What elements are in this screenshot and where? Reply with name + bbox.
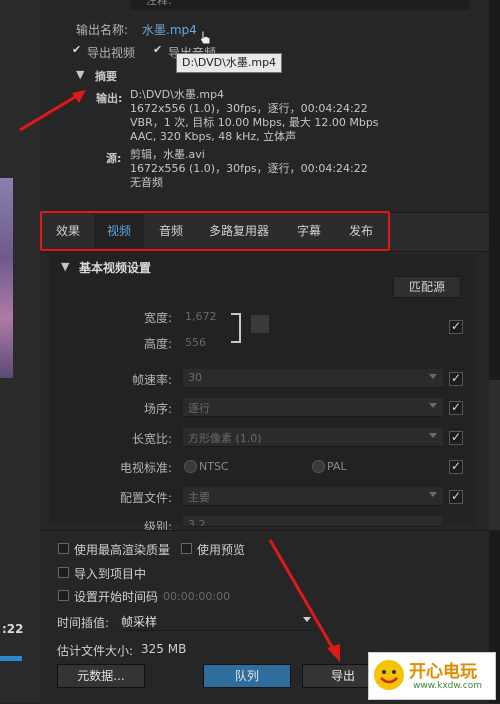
max-render-quality-label: 使用最高渲染质量 xyxy=(74,543,171,557)
width-value[interactable]: 1,672 xyxy=(185,310,217,323)
pal-radio[interactable] xyxy=(312,460,325,473)
profile-value: 主要 xyxy=(188,491,210,504)
start-timecode-value[interactable]: 00:00:00:00 xyxy=(163,590,230,603)
scrollbar-track[interactable] xyxy=(489,0,500,703)
estimated-size-label: 估计文件大小: xyxy=(57,644,134,658)
framerate-label: 帧速率: xyxy=(131,373,172,387)
chain-link-icon[interactable] xyxy=(251,315,269,333)
summary-source-label: 源: xyxy=(106,152,122,165)
summary-output-details: D:\DVD\水墨.mp4 1672x556 (1.0)，30fps，逐行，00… xyxy=(130,88,379,144)
output-path-tooltip: D:\DVD\水墨.mp4 xyxy=(176,53,283,73)
time-interpolation-value: 帧采样 xyxy=(121,615,158,629)
summary-output-line: 1672x556 (1.0)，30fps，逐行，00:04:24:22 xyxy=(130,102,368,115)
summary-source-line: 无音频 xyxy=(130,176,163,189)
aspect-label: 长宽比: xyxy=(131,432,172,446)
export-video-label: 导出视频 xyxy=(87,46,136,60)
width-label: 宽度: xyxy=(143,311,172,325)
ntsc-radio[interactable] xyxy=(184,460,197,473)
tv-standard-label: 电视标准: xyxy=(119,461,172,475)
summary-output-line: D:\DVD\水墨.mp4 xyxy=(130,88,225,101)
aspect-value: 方形像素 (1.0) xyxy=(188,432,262,445)
chevron-down-icon xyxy=(429,403,437,408)
ntsc-label: NTSC xyxy=(199,460,229,473)
summary-source-details: 剪辑，水墨.avi 1672x556 (1.0)，30fps，逐行，00:04:… xyxy=(130,148,368,190)
framerate-value: 30 xyxy=(188,371,202,384)
tv-standard-override-checkbox[interactable]: ✓ xyxy=(449,460,463,474)
import-into-project-checkbox[interactable] xyxy=(58,567,69,578)
video-section-title: 基本视频设置 xyxy=(79,261,152,275)
aspect-dropdown[interactable]: 方形像素 (1.0) xyxy=(183,428,443,447)
preview-thumbnail xyxy=(0,178,13,378)
profile-override-checkbox[interactable]: ✓ xyxy=(449,490,463,504)
aspect-link-bracket xyxy=(231,313,241,343)
field-order-value: 逐行 xyxy=(188,402,210,415)
site-watermark-logo: 开心电玩 www.kxdw.com xyxy=(368,652,496,700)
set-start-timecode-checkbox[interactable] xyxy=(58,590,69,601)
framerate-override-checkbox[interactable]: ✓ xyxy=(449,372,463,386)
chevron-down-icon xyxy=(429,374,437,379)
summary-output-line: VBR，1 次, 目标 10.00 Mbps, 最大 12.00 Mbps xyxy=(130,116,379,129)
export-audio-checkbox[interactable]: ✔ xyxy=(153,43,162,56)
chevron-down-icon xyxy=(429,492,437,497)
timeline-progress[interactable] xyxy=(0,656,22,661)
queue-button[interactable]: 队列 xyxy=(203,664,291,688)
dimensions-override-checkbox[interactable]: ✓ xyxy=(449,320,463,334)
field-order-label: 场序: xyxy=(143,402,172,416)
import-into-project-label: 导入到项目中 xyxy=(74,567,147,581)
logo-url: www.kxdw.com xyxy=(413,681,482,691)
profile-dropdown[interactable]: 主要 xyxy=(183,487,443,506)
output-name-link[interactable]: 水墨.mp4 xyxy=(142,21,197,38)
summary-title: 摘要 xyxy=(95,70,117,83)
use-previews-checkbox[interactable] xyxy=(181,543,192,554)
summary-output-label: 输出: xyxy=(96,92,123,105)
scrollbar-thumb[interactable] xyxy=(489,380,500,530)
summary-expand-icon[interactable]: ▼ xyxy=(76,68,84,81)
use-previews-label: 使用预览 xyxy=(197,543,246,557)
level-value: 3.2 xyxy=(188,518,206,527)
set-start-timecode-label: 设置开始时间码 xyxy=(74,590,159,604)
video-section-expand-icon[interactable]: ▼ xyxy=(61,260,69,273)
summary-source-line: 1672x556 (1.0)，30fps，逐行，00:04:24:22 xyxy=(130,162,368,175)
tabs-highlight-box xyxy=(40,211,390,251)
summary-output-line: AAC, 320 Kbps, 48 kHz, 立体声 xyxy=(130,130,297,143)
logo-name: 开心电玩 xyxy=(409,662,477,682)
profile-label: 配置文件: xyxy=(119,491,172,505)
height-label: 高度: xyxy=(143,337,172,351)
export-video-checkbox[interactable]: ✔ xyxy=(72,43,81,56)
match-source-button[interactable]: 匹配源 xyxy=(393,276,461,298)
output-name-label: 输出名称: xyxy=(76,23,129,37)
aspect-override-checkbox[interactable]: ✓ xyxy=(449,431,463,445)
field-order-dropdown[interactable]: 逐行 xyxy=(183,398,443,417)
field-order-override-checkbox[interactable]: ✓ xyxy=(449,401,463,415)
pal-label: PAL xyxy=(327,460,347,473)
summary-source-line: 剪辑，水墨.avi xyxy=(130,148,205,161)
estimated-size-value: 325 MB xyxy=(141,642,187,656)
height-value[interactable]: 556 xyxy=(185,336,206,349)
framerate-dropdown[interactable]: 30 xyxy=(183,369,443,388)
timecode-display: :22 xyxy=(2,622,24,636)
time-interpolation-label: 时间插值: xyxy=(57,616,110,630)
time-interpolation-dropdown[interactable]: 帧采样 xyxy=(117,612,317,631)
level-dropdown[interactable]: 3.2 xyxy=(183,516,443,527)
chevron-down-icon xyxy=(429,433,437,438)
chevron-down-icon xyxy=(303,617,311,622)
max-render-quality-checkbox[interactable] xyxy=(58,543,69,554)
metadata-button[interactable]: 元数据... xyxy=(57,664,145,688)
note-field[interactable]: 注释: xyxy=(130,0,470,10)
